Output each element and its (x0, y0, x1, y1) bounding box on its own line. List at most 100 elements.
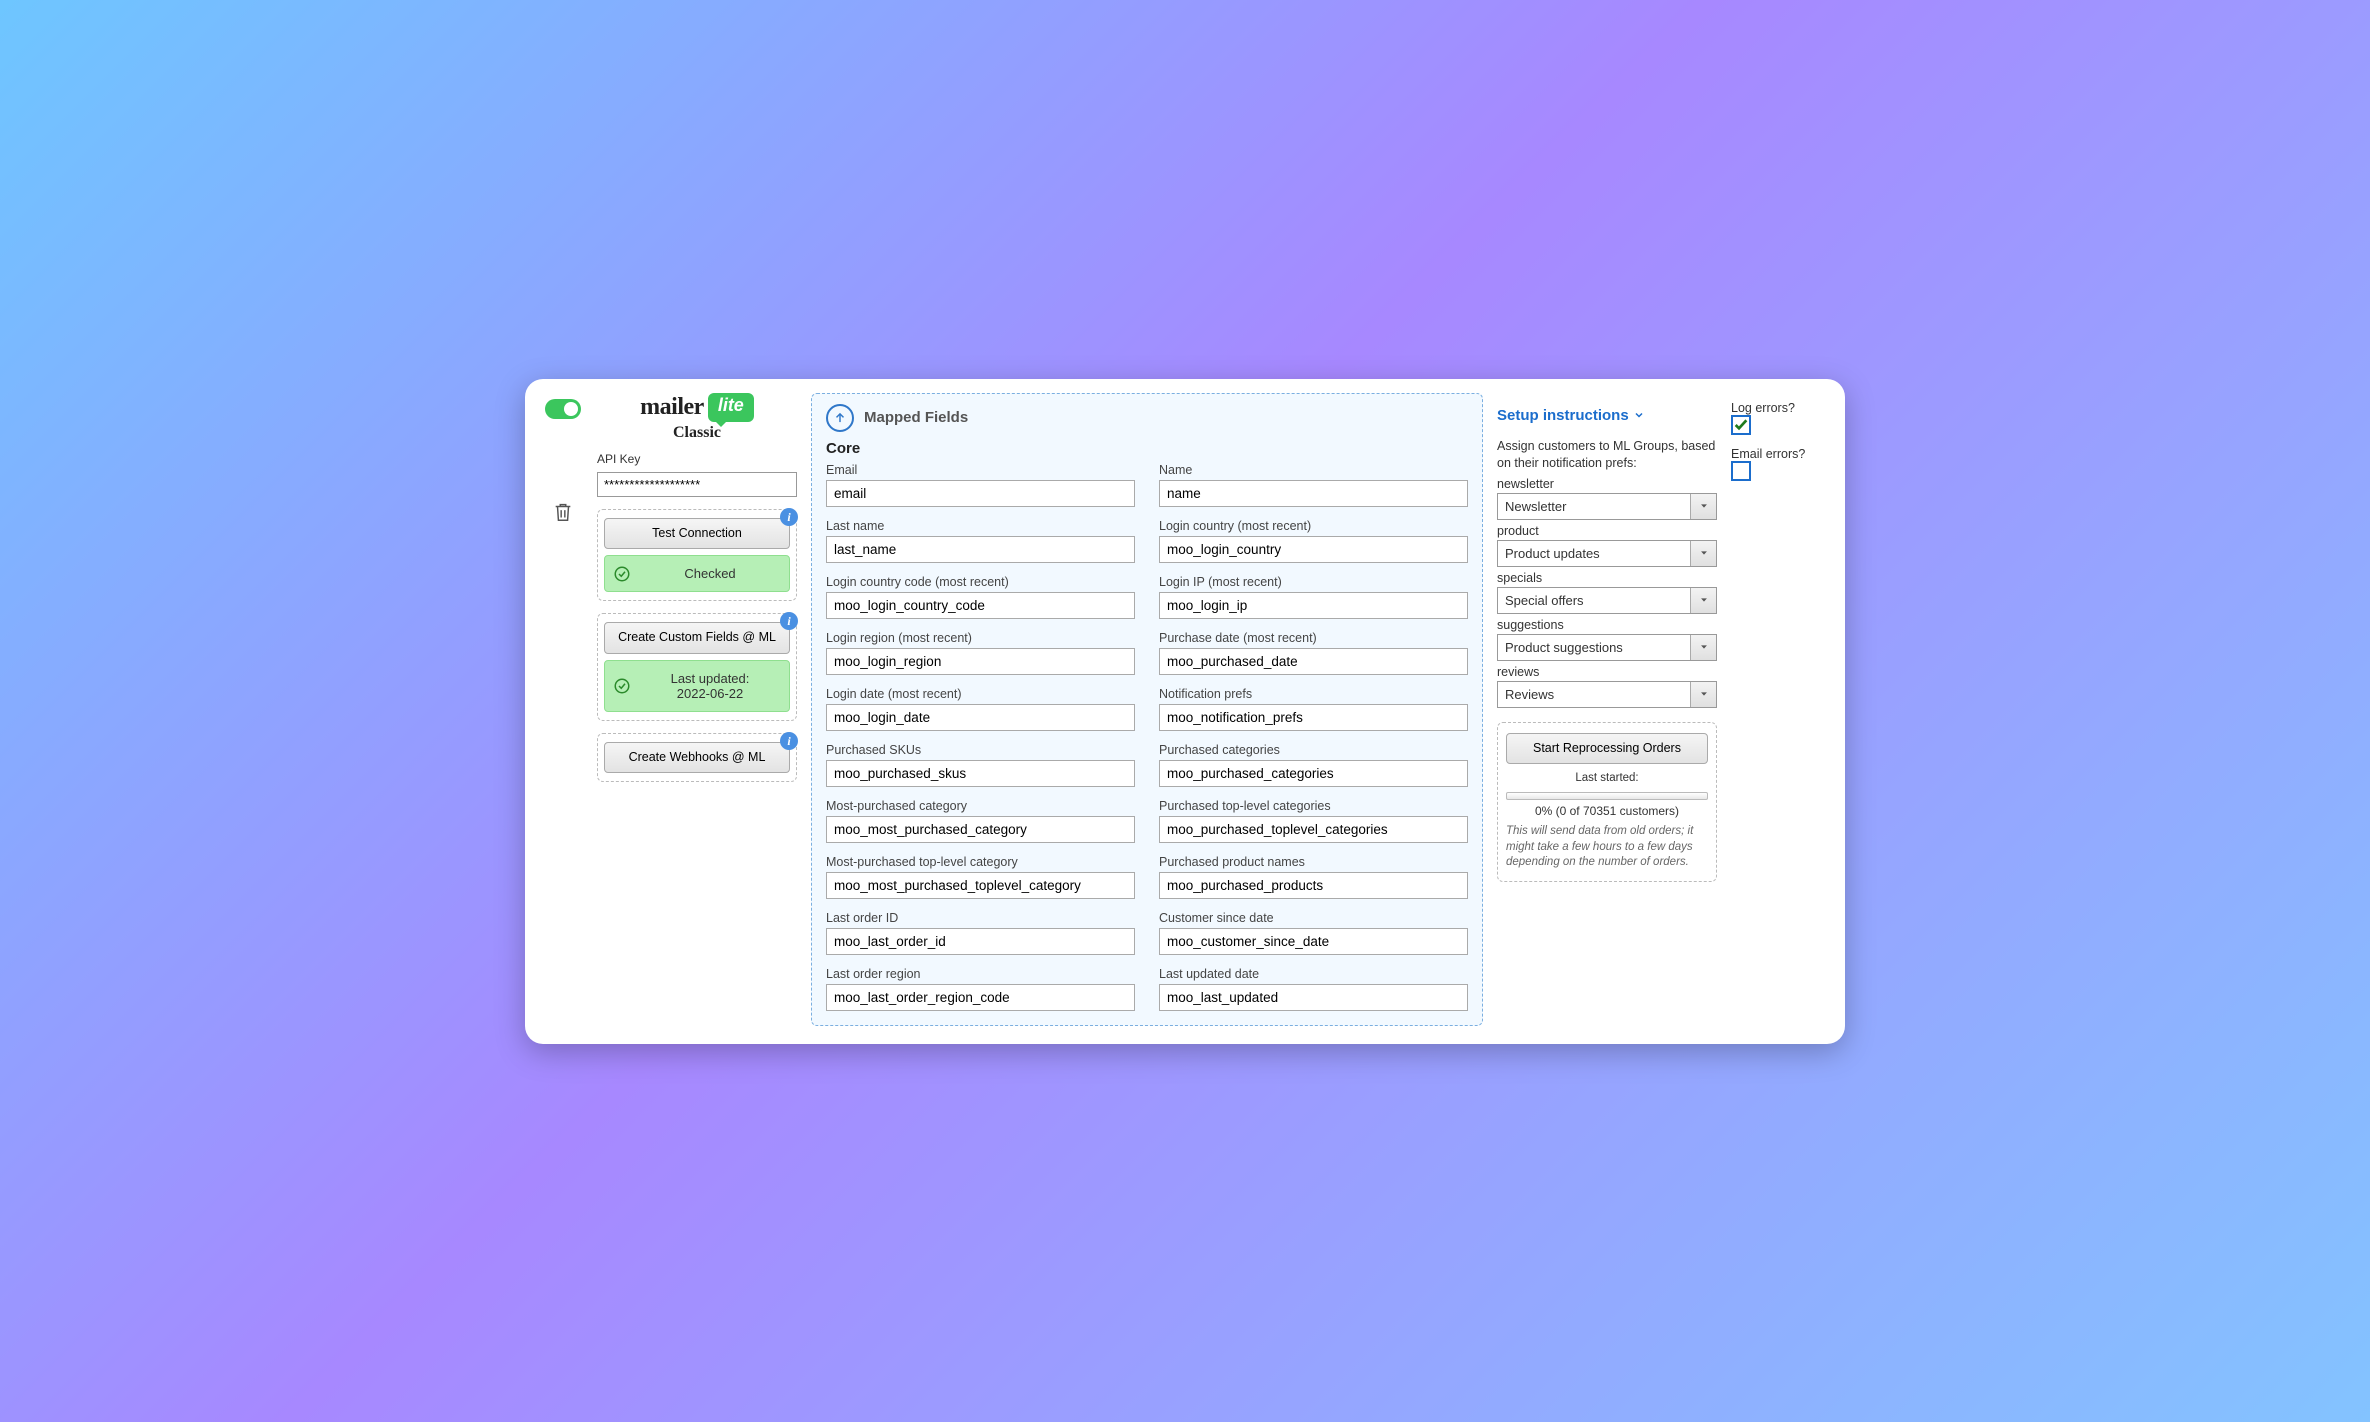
group-value: Product updates (1498, 541, 1690, 566)
field-label: Last order ID (826, 911, 1135, 925)
mapped-field: Purchased SKUs (826, 743, 1135, 787)
group-label: newsletter (1497, 477, 1717, 491)
field-input[interactable] (826, 480, 1135, 507)
upload-icon (826, 404, 854, 432)
group-dropdown[interactable]: Product suggestions (1497, 634, 1717, 661)
group-value: Special offers (1498, 588, 1690, 613)
group-select-specials: specials Special offers (1497, 571, 1717, 614)
connection-status: Checked (604, 555, 790, 592)
mapped-field: Login date (most recent) (826, 687, 1135, 731)
field-input[interactable] (826, 984, 1135, 1011)
group-select-newsletter: newsletter Newsletter (1497, 477, 1717, 520)
field-input[interactable] (1159, 872, 1468, 899)
logo-edition: Classic (597, 424, 797, 442)
field-label: Login region (most recent) (826, 631, 1135, 645)
reprocess-orders-button[interactable]: Start Reprocessing Orders (1506, 733, 1708, 765)
field-label: Login country (most recent) (1159, 519, 1468, 533)
chevron-down-icon (1690, 588, 1716, 613)
group-dropdown[interactable]: Reviews (1497, 681, 1717, 708)
chevron-down-icon (1690, 682, 1716, 707)
field-input[interactable] (1159, 536, 1468, 563)
fields-updated-status: Last updated: 2022-06-22 (604, 660, 790, 712)
test-connection-button[interactable]: Test Connection (604, 518, 790, 550)
mapped-field: Login IP (most recent) (1159, 575, 1468, 619)
create-fields-box: i Create Custom Fields @ ML Last updated… (597, 613, 797, 721)
updated-label: Last updated: (671, 671, 750, 686)
mapped-field: Customer since date (1159, 911, 1468, 955)
field-label: Most-purchased top-level category (826, 855, 1135, 869)
create-webhooks-button[interactable]: Create Webhooks @ ML (604, 742, 790, 774)
setup-instructions-text: Setup instructions (1497, 407, 1629, 424)
reprocess-note: This will send data from old orders; it … (1506, 824, 1708, 871)
field-input[interactable] (826, 760, 1135, 787)
field-label: Last updated date (1159, 967, 1468, 981)
check-icon (613, 565, 631, 583)
email-errors-checkbox[interactable] (1731, 461, 1751, 481)
mapped-field: Purchased categories (1159, 743, 1468, 787)
trash-icon[interactable] (552, 499, 574, 525)
field-input[interactable] (1159, 704, 1468, 731)
field-input[interactable] (1159, 592, 1468, 619)
field-input[interactable] (1159, 480, 1468, 507)
sidebar: mailer lite Classic API Key i Test Conne… (597, 393, 797, 1026)
field-input[interactable] (1159, 984, 1468, 1011)
info-icon[interactable]: i (780, 612, 798, 630)
field-input[interactable] (826, 536, 1135, 563)
field-input[interactable] (826, 648, 1135, 675)
field-input[interactable] (826, 872, 1135, 899)
logo-brand: mailer (640, 394, 704, 421)
field-input[interactable] (1159, 928, 1468, 955)
mapped-field: Last order ID (826, 911, 1135, 955)
field-label: Name (1159, 463, 1468, 477)
field-input[interactable] (826, 928, 1135, 955)
field-input[interactable] (826, 592, 1135, 619)
chevron-down-icon (1690, 494, 1716, 519)
api-key-input[interactable] (597, 472, 797, 497)
mapped-field: Last name (826, 519, 1135, 563)
api-key-label: API Key (597, 452, 797, 466)
field-label: Notification prefs (1159, 687, 1468, 701)
field-input[interactable] (826, 704, 1135, 731)
field-label: Purchased categories (1159, 743, 1468, 757)
email-errors-label: Email errors? (1731, 447, 1827, 461)
setup-instructions-link[interactable]: Setup instructions (1497, 407, 1645, 424)
group-select-reviews: reviews Reviews (1497, 665, 1717, 708)
group-dropdown[interactable]: Product updates (1497, 540, 1717, 567)
group-dropdown[interactable]: Newsletter (1497, 493, 1717, 520)
mapped-field: Login country code (most recent) (826, 575, 1135, 619)
field-input[interactable] (1159, 648, 1468, 675)
group-label: reviews (1497, 665, 1717, 679)
error-options: Log errors? Email errors? (1731, 393, 1827, 1026)
create-custom-fields-button[interactable]: Create Custom Fields @ ML (604, 622, 790, 654)
core-section-title: Core (826, 440, 1468, 457)
mapped-field: Purchased top-level categories (1159, 799, 1468, 843)
field-label: Last name (826, 519, 1135, 533)
field-input[interactable] (826, 816, 1135, 843)
field-label: Purchased top-level categories (1159, 799, 1468, 813)
info-icon[interactable]: i (780, 508, 798, 526)
field-label: Purchase date (most recent) (1159, 631, 1468, 645)
settings-panel: mailer lite Classic API Key i Test Conne… (525, 379, 1845, 1044)
reprocess-box: Start Reprocessing Orders Last started: … (1497, 722, 1717, 882)
group-dropdown[interactable]: Special offers (1497, 587, 1717, 614)
mapped-field: Most-purchased top-level category (826, 855, 1135, 899)
log-errors-label: Log errors? (1731, 401, 1827, 415)
mapped-field: Last updated date (1159, 967, 1468, 1011)
enable-toggle[interactable] (545, 399, 581, 419)
chevron-down-icon (1690, 541, 1716, 566)
field-label: Most-purchased category (826, 799, 1135, 813)
field-input[interactable] (1159, 760, 1468, 787)
field-input[interactable] (1159, 816, 1468, 843)
info-icon[interactable]: i (780, 732, 798, 750)
fields-grid: Email Name Last name Login country (most re… (826, 463, 1468, 1011)
chevron-down-icon (1633, 409, 1645, 421)
field-label: Email (826, 463, 1135, 477)
group-label: suggestions (1497, 618, 1717, 632)
group-label: product (1497, 524, 1717, 538)
mapped-fields-title: Mapped Fields (864, 409, 968, 426)
mapped-fields-panel: Mapped Fields Core Email Name Last name Log… (811, 393, 1483, 1026)
chevron-down-icon (1690, 635, 1716, 660)
log-errors-checkbox[interactable] (1731, 415, 1751, 435)
group-select-suggestions: suggestions Product suggestions (1497, 618, 1717, 661)
group-label: specials (1497, 571, 1717, 585)
